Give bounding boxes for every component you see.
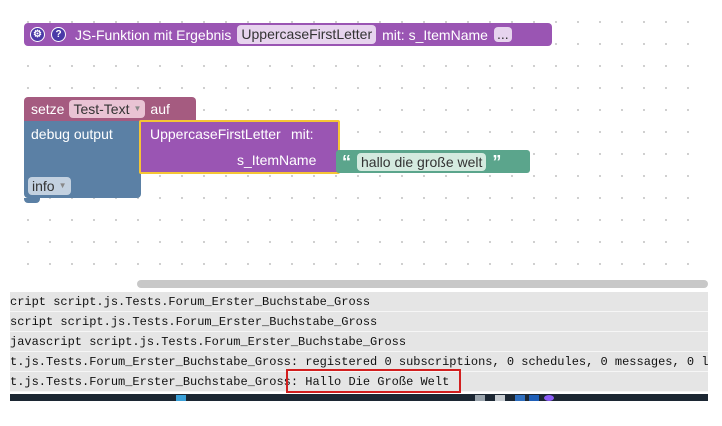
gear-icon[interactable]: ⚙: [30, 27, 45, 42]
app-icon[interactable]: [475, 395, 485, 401]
log-level-dropdown[interactable]: info ▼: [28, 177, 71, 195]
set-label: setze: [31, 101, 65, 117]
set-suffix-label: auf: [150, 101, 170, 117]
app-icon[interactable]: [529, 395, 539, 401]
call-with-label: mit:: [291, 126, 314, 142]
call-function-name: UppercaseFirstLetter: [150, 126, 281, 142]
set-variable-block[interactable]: setze Test-Text ▼ auf: [24, 97, 196, 121]
chevron-down-icon: ▼: [58, 181, 67, 190]
log-level-value: info: [32, 178, 55, 194]
highlight-box: [286, 369, 461, 393]
app-icon[interactable]: [176, 395, 186, 401]
chevron-down-icon: ▼: [133, 104, 142, 113]
function-definition-block[interactable]: ⚙ ? JS-Funktion mit Ergebnis UppercaseFi…: [24, 23, 552, 46]
variable-name: Test-Text: [73, 101, 130, 117]
string-value-field[interactable]: hallo die große welt: [357, 152, 487, 171]
open-quote-icon: “: [342, 151, 351, 172]
log-row: script script.js.Tests.Forum_Erster_Buch…: [10, 312, 708, 332]
text-string-block[interactable]: “ hallo die große welt ”: [336, 150, 530, 173]
horizontal-scrollbar[interactable]: [137, 280, 708, 288]
app-icon[interactable]: [515, 395, 525, 401]
screenshot-frame: ⚙ ? JS-Funktion mit Ergebnis UppercaseFi…: [10, 6, 708, 401]
debug-output-block[interactable]: debug output info ▼: [24, 121, 141, 198]
function-params-label: mit: s_ItemName: [382, 26, 488, 43]
more-params-button[interactable]: ...: [493, 27, 512, 42]
variable-dropdown[interactable]: Test-Text ▼: [69, 100, 146, 118]
app-icon[interactable]: [495, 395, 505, 401]
function-prefix-label: JS-Funktion mit Ergebnis: [75, 26, 232, 43]
close-quote-icon: ”: [492, 151, 502, 172]
log-row: javascript script.js.Tests.Forum_Erster_…: [10, 332, 708, 352]
function-call-block[interactable]: UppercaseFirstLetter mit: s_ItemName: [139, 120, 340, 174]
block-connector: [24, 198, 40, 203]
question-icon[interactable]: ?: [51, 27, 66, 42]
taskbar: [10, 394, 708, 401]
log-row: cript script.js.Tests.Forum_Erster_Buchs…: [10, 292, 708, 312]
app-icon[interactable]: [544, 395, 554, 401]
function-name-field[interactable]: UppercaseFirstLetter: [237, 25, 377, 44]
debug-label: debug output: [31, 126, 113, 142]
call-param-label: s_ItemName: [237, 152, 317, 168]
